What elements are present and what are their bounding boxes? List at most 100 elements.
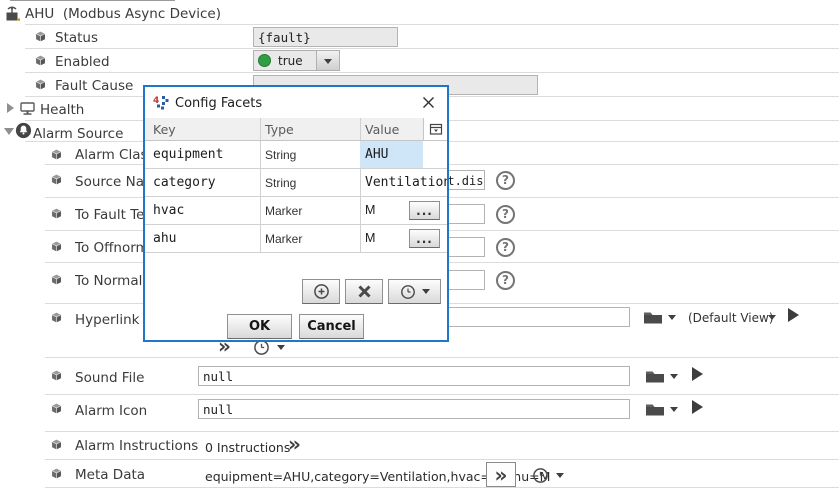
table-header: Key Type Value (145, 118, 447, 141)
expander-expanded-icon[interactable] (4, 128, 14, 135)
help-icon[interactable]: ? (496, 171, 515, 190)
column-header-type[interactable]: Type (265, 122, 294, 137)
chevron-down-icon (422, 289, 430, 294)
cell-key[interactable]: ahu (153, 231, 260, 253)
column-header-value[interactable]: Value (365, 122, 399, 137)
folder-icon[interactable] (645, 401, 665, 417)
cell-value[interactable]: M (365, 203, 375, 217)
expand-chevrons-icon[interactable]: » (288, 434, 301, 454)
chevron-down-icon[interactable] (768, 315, 776, 320)
device-icon (3, 3, 21, 22)
row-separator (45, 394, 839, 395)
close-icon[interactable] (421, 95, 437, 111)
hyperlink-go-icon[interactable] (788, 308, 799, 322)
cell-type[interactable]: Marker (265, 204, 302, 218)
property-cube-icon (33, 29, 48, 44)
help-icon[interactable]: ? (496, 271, 515, 290)
property-sheet: AHU (Modbus Async Device) Status {fault}… (0, 0, 839, 491)
table-options-button[interactable] (423, 118, 447, 140)
property-cube-icon (49, 206, 64, 221)
chevron-down-icon[interactable] (668, 315, 676, 320)
play-icon[interactable] (692, 367, 703, 381)
view-selector[interactable]: (Default View) (688, 311, 774, 325)
play-icon[interactable] (692, 400, 703, 414)
cell-value[interactable]: Ventilation (365, 175, 447, 190)
row-separator (45, 357, 839, 358)
label-alarm-icon: Alarm Icon (75, 403, 147, 419)
column-divider (360, 118, 361, 140)
cell-key[interactable]: hvac (153, 203, 260, 225)
add-facet-button[interactable] (302, 279, 340, 304)
facets-icon: 4 (153, 94, 169, 110)
cell-key[interactable]: category (153, 175, 260, 197)
marker-edit-button[interactable]: ... (409, 229, 440, 248)
expand-chevrons-button[interactable]: » (486, 462, 516, 487)
row-separator (45, 487, 839, 488)
ok-button[interactable]: OK (227, 314, 292, 339)
sound-file-field[interactable]: null (198, 366, 630, 386)
delete-facet-button[interactable] (345, 279, 383, 304)
label-meta-data: Meta Data (75, 467, 145, 483)
cancel-button[interactable]: Cancel (299, 314, 364, 339)
alarm-icon-value: null (203, 402, 233, 417)
label-sound-file: Sound File (75, 370, 144, 386)
column-divider (360, 169, 361, 196)
status-field[interactable]: {fault} (253, 27, 398, 47)
cell-value[interactable]: M (365, 231, 375, 245)
marker-edit-button[interactable]: ... (409, 201, 440, 220)
column-header-key[interactable]: Key (153, 122, 176, 137)
label-alarm-instructions: Alarm Instructions (75, 438, 198, 454)
column-divider (360, 197, 361, 224)
alarm-bell-icon (15, 122, 32, 139)
property-cube-icon (33, 53, 48, 68)
table-row[interactable]: ahu Marker M ... (145, 225, 447, 253)
alarm-icon-field[interactable]: null (198, 399, 630, 419)
alarm-instructions-value: 0 Instructions (205, 440, 290, 455)
expander-collapsed-icon[interactable] (7, 103, 14, 113)
column-divider (260, 118, 261, 140)
row-separator (45, 459, 839, 460)
column-divider (260, 141, 261, 168)
property-cube-icon (49, 239, 64, 254)
device-title: AHU (Modbus Async Device) (25, 6, 221, 22)
label-hyperlink: Hyperlink (75, 312, 139, 328)
folder-icon[interactable] (645, 368, 665, 384)
table-row[interactable]: hvac Marker M ... (145, 197, 447, 225)
help-icon[interactable]: ? (496, 205, 515, 224)
clock-icon[interactable] (532, 467, 549, 484)
chevron-down-icon[interactable] (670, 374, 678, 379)
health-monitor-icon (19, 100, 36, 116)
cell-value[interactable]: AHU (365, 147, 388, 162)
help-icon[interactable]: ? (496, 238, 515, 257)
label-enabled: Enabled (55, 54, 110, 70)
enabled-dropdown[interactable]: true (253, 50, 340, 71)
label-status: Status (55, 30, 98, 46)
cell-type[interactable]: String (265, 176, 296, 190)
property-cube-icon (33, 77, 48, 92)
chevron-down-icon (324, 59, 332, 64)
cell-key[interactable]: equipment (153, 147, 260, 169)
expand-chevrons-icon: » (495, 465, 508, 485)
cell-type[interactable]: Marker (265, 232, 302, 246)
label-fault-cause: Fault Cause (55, 78, 133, 94)
property-cube-icon (49, 401, 64, 416)
chevron-down-icon[interactable] (277, 345, 285, 350)
label-health: Health (40, 102, 84, 118)
column-divider (260, 225, 261, 252)
property-cube-icon (49, 437, 64, 452)
table-row[interactable]: equipment String AHU (145, 141, 447, 169)
config-facets-dialog: 4 Config Facets Key Type Value (143, 85, 449, 342)
property-cube-icon (49, 172, 64, 187)
folder-icon[interactable] (643, 309, 663, 325)
chevron-down-icon[interactable] (670, 407, 678, 412)
top-divider (10, 0, 175, 1)
table-row[interactable]: category String Ventilation (145, 169, 447, 197)
chevron-down-icon[interactable] (556, 473, 564, 478)
label-alarm-source: Alarm Source (33, 126, 123, 142)
enabled-value: true (278, 54, 303, 68)
property-cube-icon (49, 310, 64, 325)
timestamp-facet-button[interactable] (388, 279, 441, 304)
dropdown-button[interactable] (316, 51, 339, 70)
cell-type[interactable]: String (265, 148, 296, 162)
status-value: {fault} (258, 30, 311, 45)
